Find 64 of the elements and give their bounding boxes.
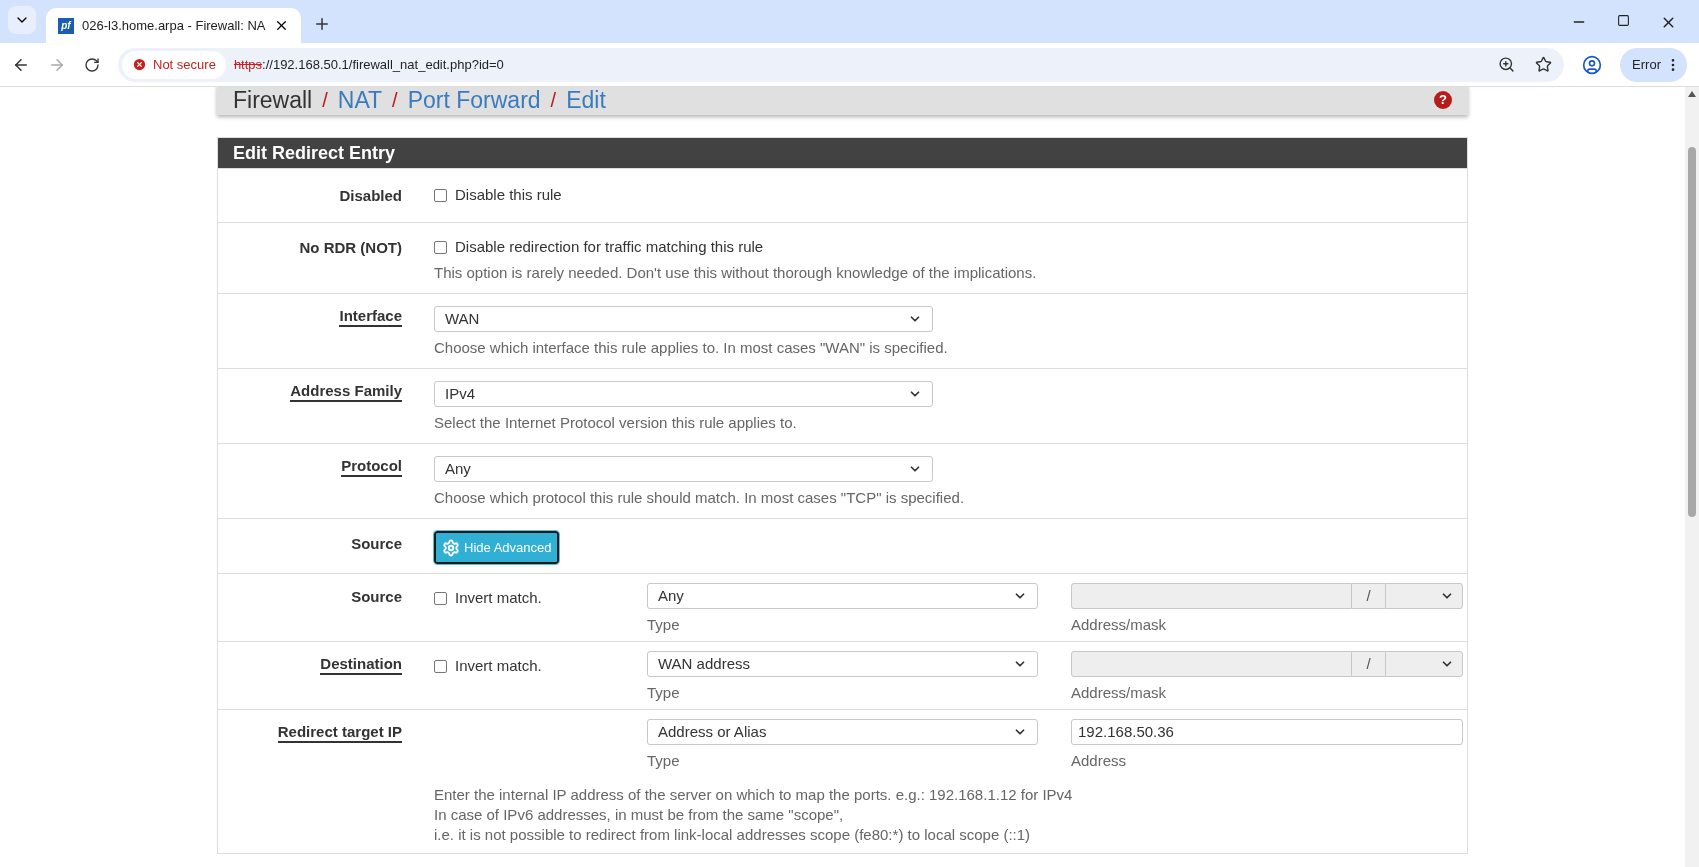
help-text: This option is rarely needed. Don't use this without thorough knowledge of the implications. bbox=[434, 263, 1038, 283]
profile-icon[interactable] bbox=[1582, 54, 1603, 75]
field-caption: Address/mask bbox=[1071, 615, 1168, 635]
address-field[interactable] bbox=[1071, 651, 1352, 677]
checkbox-label: Invert match. bbox=[455, 588, 542, 608]
field-caption: Type bbox=[647, 615, 681, 635]
field-label[interactable]: Destination bbox=[320, 655, 402, 675]
checkbox[interactable] bbox=[434, 591, 447, 605]
field-caption: Address bbox=[1071, 751, 1128, 771]
field-label: Source bbox=[351, 587, 402, 607]
help-text: In case of IPv6 addresses, in must be from the same "scope", bbox=[434, 805, 845, 825]
url-text: https://192.168.50.1/firewall_nat_edit.php?id=0 bbox=[233, 55, 504, 74]
dropdown[interactable]: Any bbox=[647, 583, 1038, 609]
field-label[interactable]: Address Family bbox=[290, 382, 402, 402]
error-icon bbox=[132, 57, 147, 72]
field-caption: Type bbox=[647, 751, 681, 771]
dropdown[interactable]: Address or Alias bbox=[647, 719, 1038, 745]
dropdown[interactable]: WAN bbox=[434, 306, 933, 332]
profile-error-button[interactable]: Error bbox=[1620, 47, 1687, 82]
field-label: Source bbox=[351, 534, 402, 554]
dropdown[interactable]: IPv4 bbox=[434, 381, 933, 407]
field-caption: Address/mask bbox=[1071, 683, 1168, 703]
breadcrumb-separator: / bbox=[550, 88, 557, 113]
breadcrumb-separator: / bbox=[322, 88, 328, 113]
help-text: Select the Internet Protocol version this rule applies to. bbox=[434, 413, 798, 433]
bookmark-star-icon[interactable] bbox=[1535, 56, 1553, 73]
checkbox-label: Invert match. bbox=[455, 656, 542, 676]
address-field[interactable]: 192.168.50.36 bbox=[1071, 719, 1463, 745]
field-label: No RDR (NOT) bbox=[299, 238, 402, 258]
slash-text: / bbox=[1366, 586, 1371, 606]
panel-header: Edit Redirect Entry bbox=[218, 138, 1467, 168]
scrollbar[interactable] bbox=[1685, 87, 1699, 867]
address-field[interactable] bbox=[1071, 583, 1352, 609]
checkbox-label: Disable redirection for traffic matching this rule bbox=[455, 237, 764, 257]
gear-icon bbox=[442, 538, 460, 557]
help-text: Choose which interface this rule applies to. In most cases "WAN" is specified. bbox=[434, 338, 949, 358]
scroll-up-icon[interactable] bbox=[1688, 91, 1696, 97]
slash-text: / bbox=[1366, 654, 1371, 674]
checkbox[interactable] bbox=[434, 659, 447, 673]
breadcrumb-item: Firewall bbox=[233, 87, 313, 113]
checkbox[interactable] bbox=[434, 240, 447, 254]
reload-icon[interactable] bbox=[84, 56, 100, 73]
tab-title: 026-l3.home.arpa - Firewall: NA bbox=[82, 16, 266, 35]
field-label[interactable]: Interface bbox=[339, 307, 402, 327]
field-caption: Type bbox=[647, 683, 681, 703]
checkbox[interactable] bbox=[434, 188, 447, 202]
help-text: Enter the internal IP address of the server on which to map the ports. e.g.: 192.168.1.12 for IPv4 bbox=[434, 785, 1074, 805]
help-icon[interactable]: ? bbox=[1434, 91, 1452, 109]
tab-search-button[interactable] bbox=[8, 6, 36, 34]
dropdown[interactable]: WAN address bbox=[647, 651, 1038, 677]
field-label[interactable]: Redirect target IP bbox=[277, 723, 402, 743]
address-bar[interactable]: Not secure https://192.168.50.1/firewall_nat_edit.php?id=0 bbox=[118, 47, 1565, 82]
favicon-icon: pf bbox=[58, 17, 74, 34]
dropdown[interactable]: Any bbox=[434, 456, 933, 482]
maximize-icon[interactable] bbox=[1617, 14, 1630, 27]
breadcrumb-separator: / bbox=[392, 88, 398, 113]
field-label[interactable]: Protocol bbox=[341, 457, 402, 477]
zoom-icon[interactable] bbox=[1498, 56, 1516, 73]
help-text: i.e. it is not possible to redirect from link-local addresses scope (fe80:*) to local scope (::1) bbox=[434, 825, 1032, 845]
checkbox-label: Disable this rule bbox=[455, 185, 562, 205]
field-label: Disabled bbox=[339, 186, 402, 206]
help-text: Choose which protocol this rule should match. In most cases "TCP" is specified. bbox=[434, 488, 966, 508]
browser-tab[interactable]: pf 026-l3.home.arpa - Firewall: NA bbox=[46, 8, 301, 43]
security-chip[interactable]: Not secure bbox=[122, 50, 226, 79]
